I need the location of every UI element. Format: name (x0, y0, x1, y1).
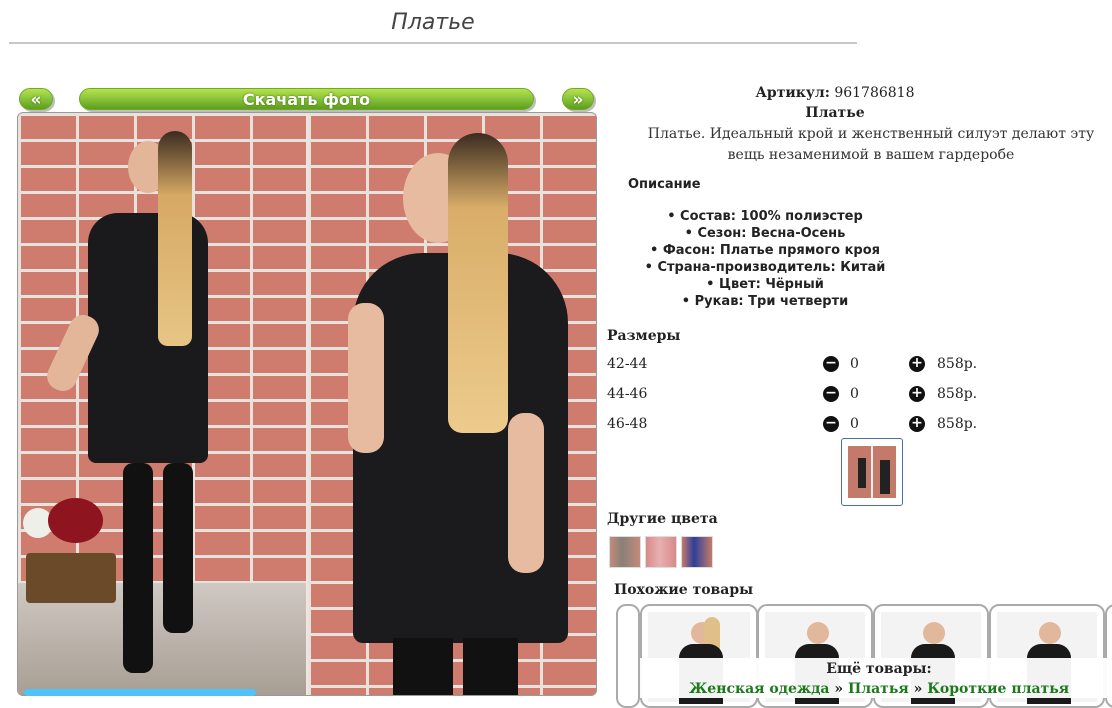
photo-scrollbar[interactable] (24, 689, 256, 696)
model-hair-left (158, 131, 192, 346)
model-leg-right-a (393, 638, 453, 695)
decrease-quantity-icon[interactable]: − (823, 416, 839, 432)
title-divider (9, 42, 857, 44)
similar-product-card[interactable] (616, 604, 640, 708)
color-variant-thumbnail[interactable] (609, 536, 641, 568)
red-flower (48, 498, 103, 543)
model-hair-right (448, 133, 508, 433)
product-name: Платье (805, 105, 865, 121)
photo-split (306, 113, 308, 695)
breadcrumb-separator: » (913, 681, 923, 697)
description-item: Сезон: Весна-Осень (615, 225, 915, 242)
model-arm-right-b (508, 413, 544, 573)
quantity-value: 0 (850, 356, 859, 372)
article-label: Артикул: (755, 85, 830, 101)
description-item: Фасон: Платье прямого кроя (615, 242, 915, 259)
breadcrumb-link-dresses[interactable]: Платья (848, 681, 909, 697)
increase-quantity-icon[interactable]: + (909, 356, 925, 372)
download-photo-button[interactable]: Скачать фото (79, 88, 534, 110)
size-label: 42-44 (607, 356, 648, 372)
product-short-description: Платье. Идеальный крой и женственный сил… (647, 126, 1095, 163)
next-photo-button[interactable]: » (562, 88, 594, 110)
decrease-quantity-icon[interactable]: − (823, 356, 839, 372)
increase-quantity-icon[interactable]: + (909, 386, 925, 402)
increase-quantity-icon[interactable]: + (909, 416, 925, 432)
color-variant-thumbnail[interactable] (645, 536, 677, 568)
size-row: 42-44 − 0 + 858р. (607, 356, 1007, 376)
similar-products-heading: Похожие товары (614, 582, 754, 598)
description-item: Цвет: Чёрный (615, 276, 915, 293)
size-price: 858р. (937, 356, 978, 372)
description-item: Страна-производитель: Китай (615, 259, 915, 276)
model-boot-right (163, 463, 193, 633)
breadcrumb-link-short-dresses[interactable]: Короткие платья (927, 681, 1069, 697)
selected-photo-thumbnail[interactable] (841, 438, 903, 506)
decrease-quantity-icon[interactable]: − (823, 386, 839, 402)
description-item: Рукав: Три четверти (615, 293, 915, 310)
description-heading: Описание (628, 177, 701, 192)
sizes-heading: Размеры (607, 328, 681, 344)
article-value: 961786818 (834, 85, 915, 101)
size-row: 46-48 − 0 + 858р. (607, 416, 1007, 436)
other-colors-heading: Другие цвета (607, 511, 718, 527)
page-title: Платье (391, 10, 475, 35)
thumbnail-image (848, 446, 896, 498)
category-breadcrumb: Женская одежда » Платья » Короткие плать… (640, 681, 1112, 697)
size-price: 858р. (937, 386, 978, 402)
description-item: Состав: 100% полиэстер (615, 208, 915, 225)
color-variant-thumbnail[interactable] (681, 536, 713, 568)
size-price: 858р. (937, 416, 978, 432)
size-label: 46-48 (607, 416, 648, 432)
article-line: Артикул: 961786818 (700, 85, 970, 101)
model-leg-right-b (463, 638, 518, 695)
size-row: 44-46 − 0 + 858р. (607, 386, 1007, 406)
model-arm-right-a (348, 303, 384, 453)
size-label: 44-46 (607, 386, 648, 402)
flower-pot (26, 553, 116, 603)
more-products-heading: Ещё товары: (826, 661, 932, 677)
product-photo[interactable] (17, 112, 597, 696)
quantity-value: 0 (850, 386, 859, 402)
quantity-value: 0 (850, 416, 859, 432)
description-list: Состав: 100% полиэстер Сезон: Весна-Осен… (615, 208, 915, 310)
breadcrumb-separator: » (834, 681, 844, 697)
prev-photo-button[interactable]: « (19, 88, 53, 110)
model-boot-left (123, 463, 153, 673)
breadcrumb-link-womens-clothing[interactable]: Женская одежда (689, 681, 830, 697)
